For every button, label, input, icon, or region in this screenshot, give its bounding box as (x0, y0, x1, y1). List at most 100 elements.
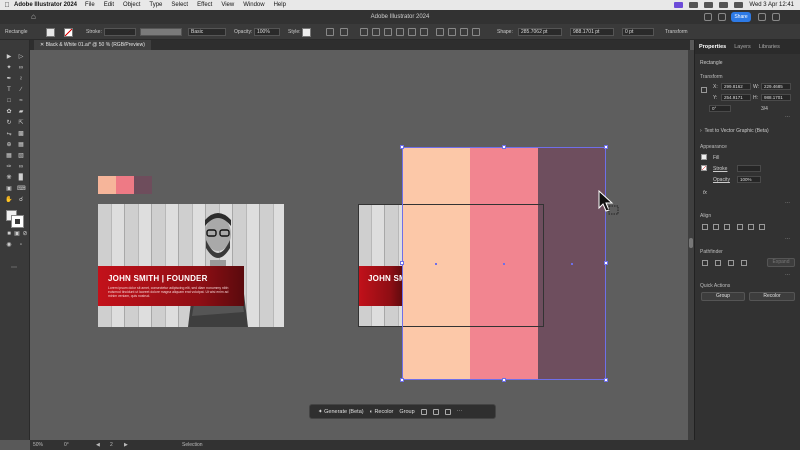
opacity-label-panel[interactable]: Opacity (713, 177, 730, 183)
photo-card-left[interactable]: JOHN SMITH | FOUNDER Lorem ipsum dolor s… (98, 204, 284, 327)
opacity-panel-field[interactable]: 100% (737, 176, 761, 183)
rotate-angle-field[interactable]: 0° (709, 105, 731, 112)
free-transform-tool-icon[interactable]: ▩ (17, 130, 25, 138)
distribute-icon[interactable] (436, 28, 444, 36)
menu-object[interactable]: Object (123, 2, 140, 8)
resize-handle-right[interactable] (604, 261, 608, 265)
align-left-icon[interactable] (360, 28, 368, 36)
fill-label[interactable]: Fill (713, 155, 719, 161)
brush-definition-field[interactable]: Basic (188, 28, 226, 36)
opacity-label[interactable]: Opacity: (234, 29, 252, 35)
share-button[interactable]: Share (731, 12, 751, 22)
eyedropper-tool-icon[interactable]: ✑ (5, 163, 13, 171)
lasso-tool-icon[interactable]: ∞ (17, 64, 25, 72)
artboard-tool-icon[interactable]: ▣ (5, 185, 13, 193)
panel-align-middle-icon[interactable] (748, 224, 754, 230)
reference-point-icon[interactable] (701, 87, 707, 93)
corner-radius-field[interactable]: 0 pt (622, 28, 654, 36)
recolor-artwork-icon[interactable] (326, 28, 334, 36)
panel-align-right-icon[interactable] (724, 224, 730, 230)
variable-width-field[interactable] (140, 28, 182, 36)
resize-handle-bottom-left[interactable] (400, 378, 404, 382)
rotation-view[interactable]: 0° (64, 442, 69, 448)
menu-type[interactable]: Type (149, 2, 162, 8)
y-field[interactable]: 254.9171 (721, 94, 751, 101)
more-options-icon[interactable]: ⋯ (457, 409, 463, 415)
search-icon[interactable] (704, 13, 712, 21)
control-center-icon[interactable] (734, 2, 744, 8)
color-mode-icon[interactable]: ■ (5, 230, 13, 238)
magic-wand-tool-icon[interactable]: ✦ (5, 64, 13, 72)
pathfinder-more-icon[interactable]: ⋯ (785, 272, 790, 278)
rectangle-tool-icon[interactable]: □ (5, 97, 13, 105)
shape-width-field[interactable]: 285.7062 pt (518, 28, 562, 36)
gradient-tool-icon[interactable]: ▧ (17, 152, 25, 160)
graphic-style-swatch[interactable] (302, 28, 311, 37)
slice-tool-icon[interactable]: ⌨ (17, 185, 26, 193)
align-center-icon[interactable] (372, 28, 380, 36)
scale-tool-icon[interactable]: ⇱ (17, 119, 25, 127)
pen-tool-icon[interactable]: ✒ (5, 75, 13, 83)
vertical-scroll-thumb[interactable] (689, 238, 693, 248)
panel-align-bottom-icon[interactable] (759, 224, 765, 230)
tab-layers[interactable]: Layers (734, 44, 751, 50)
resize-handle-bottom[interactable] (502, 378, 506, 382)
minus-front-icon[interactable] (715, 260, 721, 266)
notifications-icon[interactable] (758, 13, 766, 21)
width-tool-icon[interactable]: ⥆ (5, 130, 13, 138)
screen-mode-icon[interactable]: ▫ (17, 241, 25, 249)
menu-app-name[interactable]: Adobe Illustrator 2024 (14, 2, 77, 8)
screen-record-icon[interactable] (674, 2, 684, 8)
panel-align-top-icon[interactable] (737, 224, 743, 230)
audio-icon[interactable] (689, 2, 699, 8)
align-to-icon[interactable] (340, 28, 348, 36)
arrange-documents-icon[interactable] (718, 13, 726, 21)
wifi-icon[interactable] (719, 2, 729, 8)
menu-view[interactable]: View (221, 2, 234, 8)
distribute-horizontal-icon[interactable] (460, 28, 468, 36)
zoom-level[interactable]: 50% (33, 442, 43, 448)
zoom-tool-icon[interactable]: ☌ (17, 196, 25, 204)
tab-libraries[interactable]: Libraries (759, 44, 780, 50)
resize-handle-bottom-right[interactable] (604, 378, 608, 382)
align-bottom-icon[interactable] (420, 28, 428, 36)
transform-more-icon[interactable]: ⋯ (785, 114, 790, 120)
direct-selection-tool-icon[interactable]: ▷ (17, 53, 25, 61)
curvature-tool-icon[interactable]: ≀ (17, 75, 25, 83)
expand-button[interactable]: Expand (767, 258, 795, 267)
lock-icon[interactable] (444, 408, 451, 415)
color-chip-1[interactable] (98, 176, 116, 194)
opacity-field[interactable]: 100% (254, 28, 280, 36)
gradient-mode-icon[interactable]: ▣ (13, 230, 21, 238)
fill-swatch-panel[interactable] (701, 154, 707, 160)
none-mode-icon[interactable]: ⊘ (21, 230, 29, 238)
tab-properties[interactable]: Properties (699, 44, 726, 50)
stroke-swatch[interactable] (64, 28, 73, 37)
transform-link[interactable]: Transform (665, 29, 688, 35)
quick-recolor-button[interactable]: Recolor (749, 292, 795, 301)
panel-align-left-icon[interactable] (702, 224, 708, 230)
prev-artboard-icon[interactable]: ◀ (96, 442, 100, 448)
x-field[interactable]: 299.8162 (721, 83, 751, 90)
edit-toolbar-icon[interactable]: ⋯ (10, 264, 18, 272)
shape-builder-tool-icon[interactable]: ⊕ (5, 141, 13, 149)
menu-help[interactable]: Help (274, 2, 286, 8)
menu-effect[interactable]: Effect (197, 2, 212, 8)
perspective-grid-tool-icon[interactable]: ▦ (17, 141, 25, 149)
unite-icon[interactable] (702, 260, 708, 266)
appearance-more-icon[interactable]: ⋯ (785, 200, 790, 206)
resize-handle-top[interactable] (502, 145, 506, 149)
clock[interactable]: Wed 3 Apr 12:41 (749, 2, 794, 8)
symbol-sprayer-tool-icon[interactable]: ❋ (5, 174, 13, 182)
bluetooth-icon[interactable] (704, 2, 714, 8)
text-to-vector-link[interactable]: › Text to Vector Graphic (Beta) (700, 128, 769, 134)
menu-select[interactable]: Select (171, 2, 188, 8)
mesh-tool-icon[interactable]: ▦ (5, 152, 13, 160)
stroke-color-swatch[interactable] (11, 215, 24, 228)
menu-edit[interactable]: Edit (104, 2, 114, 8)
quick-group-button[interactable]: Group (701, 292, 745, 301)
resize-handle-top-left[interactable] (400, 145, 404, 149)
shaper-tool-icon[interactable]: ✿ (5, 108, 13, 116)
intersect-icon[interactable] (728, 260, 734, 266)
fx-effects-icon[interactable]: fx (703, 190, 707, 196)
